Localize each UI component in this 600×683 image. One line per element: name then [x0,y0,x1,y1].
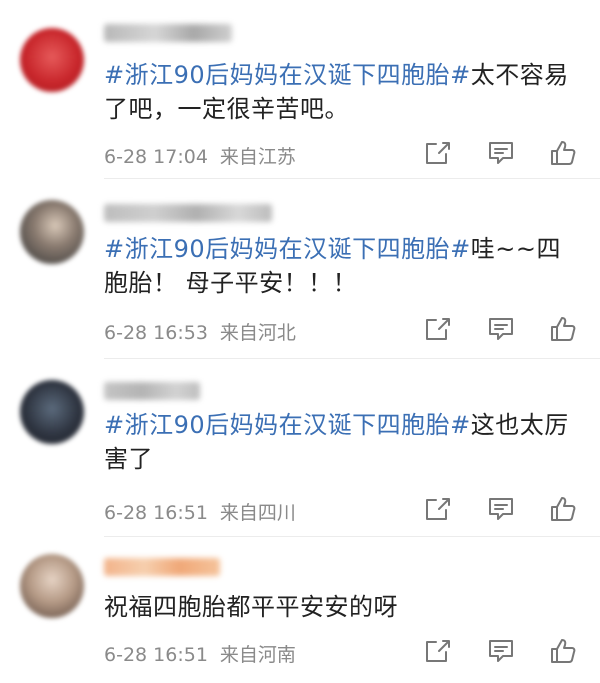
comment-icon[interactable] [486,494,516,524]
comment-date: 6-28 16:53 [104,322,208,344]
comment-meta: 6-28 16:53 来自河北 [104,318,296,345]
share-icon[interactable] [422,494,452,524]
action-bar [420,314,590,344]
comment-icon[interactable] [486,138,516,168]
comment-text: #浙江90后妈妈在汉诞下四胞胎#太不容易了吧，一定很辛苦吧。 [104,58,584,126]
like-icon[interactable] [548,138,578,168]
comment-item: #浙江90后妈妈在汉诞下四胞胎#太不容易了吧，一定很辛苦吧。 6-28 17:0… [0,18,600,178]
comment-text: #浙江90后妈妈在汉诞下四胞胎#这也太厉害了 [104,408,584,476]
comment-date: 6-28 16:51 [104,644,208,666]
comment-meta: 6-28 16:51 来自四川 [104,498,296,525]
divider [104,178,600,179]
comment-date: 6-28 17:04 [104,146,208,168]
action-bar [420,494,590,524]
share-icon[interactable] [422,138,452,168]
comment-icon[interactable] [486,636,516,666]
comment-item: #浙江90后妈妈在汉诞下四胞胎#哇~~四胞胎！ 母子平安！！！ 6-28 16:… [0,196,600,356]
comment-source: 来自河北 [219,322,296,344]
username[interactable] [104,204,272,222]
comment-icon[interactable] [486,314,516,344]
topic-link[interactable]: #浙江90后妈妈在汉诞下四胞胎# [104,235,471,263]
comment-meta: 6-28 17:04 来自江苏 [104,142,296,169]
comment-body: 祝福四胞胎都平平安安的呀 [104,593,398,621]
like-icon[interactable] [548,314,578,344]
comment-text: 祝福四胞胎都平平安安的呀 [104,590,584,624]
topic-link[interactable]: #浙江90后妈妈在汉诞下四胞胎# [104,61,471,89]
comment-item: #浙江90后妈妈在汉诞下四胞胎#这也太厉害了 6-28 16:51 来自四川 [0,376,600,536]
username[interactable] [104,382,200,400]
avatar[interactable] [20,200,84,264]
avatar[interactable] [20,380,84,444]
divider [104,358,600,359]
like-icon[interactable] [548,636,578,666]
comment-date: 6-28 16:51 [104,502,208,524]
avatar[interactable] [20,28,84,92]
topic-link[interactable]: #浙江90后妈妈在汉诞下四胞胎# [104,411,471,439]
divider [104,536,600,537]
like-icon[interactable] [548,494,578,524]
comment-source: 来自四川 [219,502,296,524]
comment-item: 祝福四胞胎都平平安安的呀 6-28 16:51 来自河南 [0,554,600,683]
comment-source: 来自江苏 [219,146,296,168]
username[interactable] [104,24,232,42]
comment-feed: #浙江90后妈妈在汉诞下四胞胎#太不容易了吧，一定很辛苦吧。 6-28 17:0… [0,0,600,683]
avatar[interactable] [20,554,84,618]
username[interactable] [104,558,220,576]
comment-text: #浙江90后妈妈在汉诞下四胞胎#哇~~四胞胎！ 母子平安！！！ [104,232,584,300]
action-bar [420,138,590,168]
comment-source: 来自河南 [219,644,296,666]
comment-meta: 6-28 16:51 来自河南 [104,640,296,667]
share-icon[interactable] [422,636,452,666]
share-icon[interactable] [422,314,452,344]
action-bar [420,636,590,666]
